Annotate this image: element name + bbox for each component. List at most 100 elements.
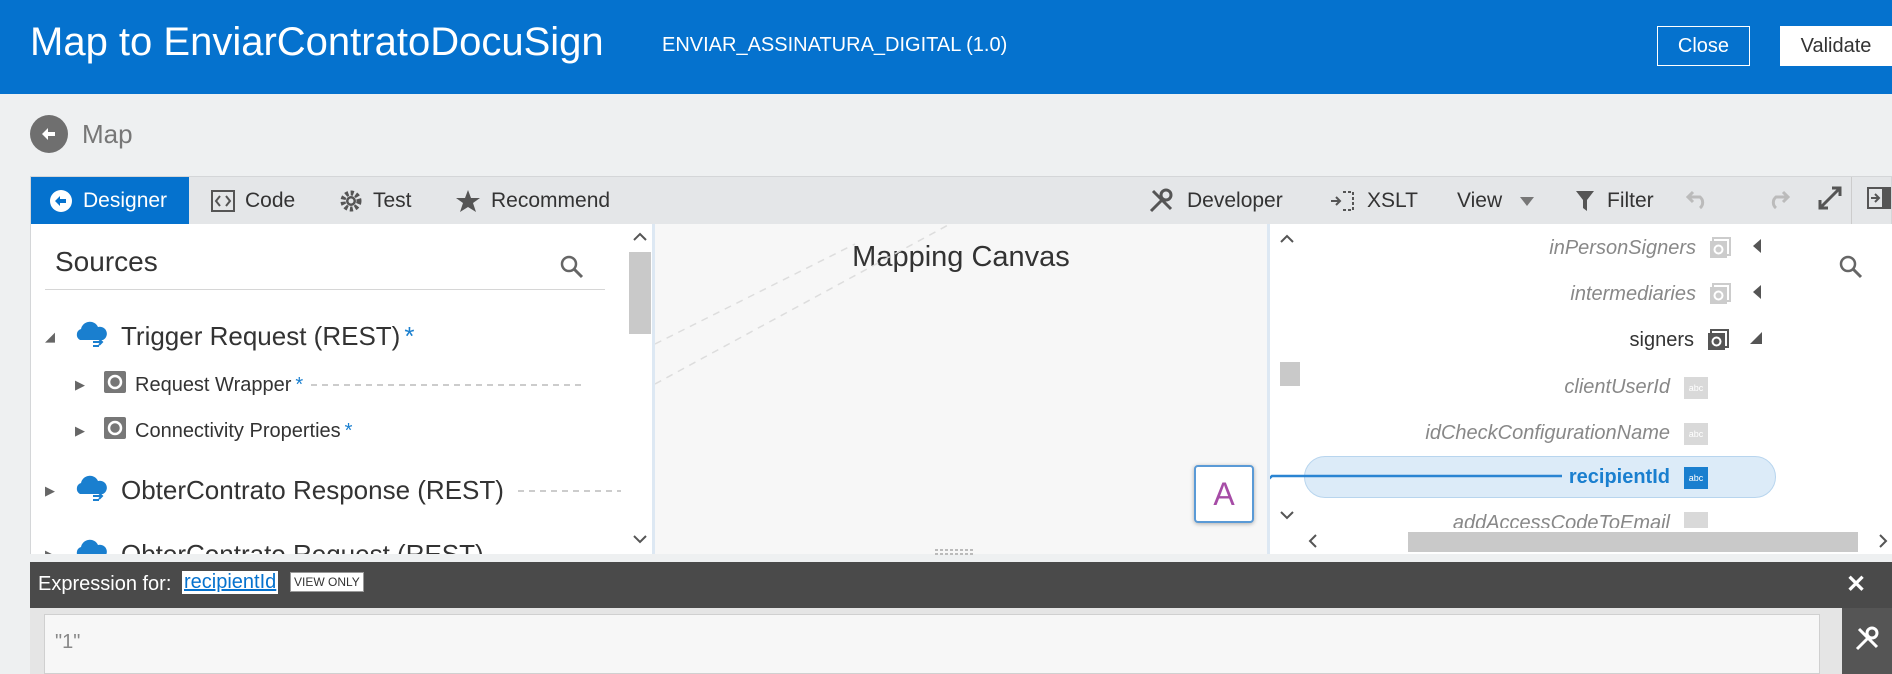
tree-item-obtercontrato-request[interactable]: ▶ ObterContrato Request (REST) [45,536,484,554]
expand-icon[interactable]: ▶ [45,483,69,499]
resize-handle[interactable] [935,548,975,556]
tab-test-label: Test [373,189,412,212]
collapse-icon[interactable]: ◢ [45,329,69,345]
expanded-icon[interactable] [1750,331,1762,349]
mapper-toolbar: Designer Code Test Recommend Developer X… [30,176,1892,225]
canvas-connectors [655,224,951,385]
tree-item-clientuserid[interactable]: clientUserId abc [1308,376,1708,399]
tree-item-label: signers [1629,328,1694,351]
sources-title: Sources [55,246,158,277]
designer-icon [49,189,73,213]
expand-icon[interactable]: ▶ [75,423,99,439]
horizontal-scrollbar[interactable] [1304,528,1892,554]
collection-icon [1706,328,1730,352]
filter-label: Filter [1607,189,1654,212]
star-icon [455,189,481,213]
tree-item-request-wrapper[interactable]: ▶ Request Wrapper * [75,370,582,400]
close-button[interactable]: Close [1657,26,1750,66]
caret-down-icon [1520,189,1535,213]
target-panel: inPersonSigners intermediaries signers c… [1270,224,1892,554]
expand-icon[interactable]: ▶ [45,547,69,555]
filter-icon [1575,189,1595,213]
expression-input[interactable]: "1" [44,614,1820,674]
tree-item-obtercontrato-response[interactable]: ▶ ObterContrato Response (REST) [45,472,628,509]
expression-field-name[interactable]: recipientId [182,571,279,594]
function-node[interactable]: A [1194,465,1254,523]
xslt-button[interactable]: XSLT [1329,177,1418,225]
tree-item-trigger-request[interactable]: ◢ Trigger Request (REST) * [45,318,414,355]
filter-button[interactable]: Filter [1575,177,1654,225]
developer-label: Developer [1187,189,1283,212]
expand-icon [1817,185,1843,217]
sources-scrollbar[interactable] [621,224,652,554]
tree-item-recipientid[interactable]: recipientId abc [1308,466,1708,489]
tree-item-label: ObterContrato Request (REST) [121,539,484,554]
integration-name: ENVIAR_ASSINATURA_DIGITAL (1.0) [662,34,1008,56]
string-type-icon: abc [1684,376,1708,399]
object-icon [103,416,127,446]
mapping-canvas[interactable]: Mapping Canvas [652,224,1270,556]
expression-label: Expression for: [38,573,172,595]
tree-item-label: Trigger Request (REST) [121,321,401,351]
breadcrumb: Map [30,114,133,154]
tab-code[interactable]: Code [211,177,295,225]
mapping-line [517,489,628,492]
tree-item-signers[interactable]: signers [1362,328,1762,352]
expression-tools-button[interactable] [1842,608,1892,674]
tab-recommend[interactable]: Recommend [455,177,610,225]
expand-button[interactable] [1817,177,1843,225]
sources-panel: Sources ◢ Trigger Request (REST) * ▶ Requ… [30,224,652,554]
xslt-label: XSLT [1367,189,1418,212]
string-type-icon: abc [1684,422,1708,445]
rest-cloud-icon [73,536,109,554]
collapse-icon[interactable] [1752,238,1762,258]
tree-item-label: intermediaries [1570,282,1696,305]
scroll-down-icon[interactable] [1280,510,1294,520]
string-type-icon: abc [1684,466,1708,489]
undo-button[interactable] [1685,177,1711,225]
view-dropdown[interactable]: View [1457,177,1535,225]
tab-designer-label: Designer [83,189,168,212]
scroll-thumb[interactable] [1408,532,1858,552]
developer-button[interactable]: Developer [1147,177,1283,225]
tab-test[interactable]: Test [339,177,412,225]
scroll-up-icon[interactable] [633,232,647,242]
tree-item-intermediaries[interactable]: intermediaries [1362,282,1762,306]
expand-icon[interactable]: ▶ [75,377,99,393]
search-icon[interactable] [559,254,585,285]
panel-toggle-button[interactable] [1851,177,1892,225]
tab-designer[interactable]: Designer [31,177,190,225]
panel-toggle-icon [1866,186,1892,216]
required-marker: * [295,373,304,396]
tree-item-inpersonsigners[interactable]: inPersonSigners [1362,236,1762,260]
scroll-right-icon[interactable] [1878,534,1888,548]
tree-item-label: Request Wrapper [135,373,292,396]
code-icon [211,190,235,212]
gear-icon [339,189,363,213]
wrench-icon [1853,625,1881,658]
page-header: Map to EnviarContratoDocuSign ENVIAR_ASS… [0,0,1892,94]
search-icon[interactable] [1838,254,1864,285]
close-icon[interactable]: ✕ [1846,570,1866,599]
required-marker: * [344,419,353,442]
tree-item-label: idCheckConfigurationName [1425,422,1670,444]
collapse-icon[interactable] [1752,284,1762,304]
rest-cloud-icon [73,318,109,355]
scroll-down-icon[interactable] [633,534,647,544]
tree-item-idcheckconfigurationname[interactable]: idCheckConfigurationName abc [1308,422,1708,445]
rest-cloud-icon [73,472,109,509]
required-marker: * [404,321,415,351]
tree-item-label: Connectivity Properties [135,419,341,442]
validate-button[interactable]: Validate [1780,26,1892,66]
scroll-thumb[interactable] [629,252,651,334]
scroll-thumb[interactable] [1280,362,1300,386]
tree-item-label: inPersonSigners [1549,236,1696,259]
view-label: View [1457,189,1503,212]
scroll-left-icon[interactable] [1308,534,1318,548]
breadcrumb-label: Map [82,118,133,149]
scroll-up-icon[interactable] [1280,234,1294,244]
redo-button[interactable] [1765,177,1791,225]
target-scrollbar[interactable] [1270,224,1304,554]
tree-item-connectivity-properties[interactable]: ▶ Connectivity Properties * [75,416,352,446]
redo-icon [1765,186,1791,216]
